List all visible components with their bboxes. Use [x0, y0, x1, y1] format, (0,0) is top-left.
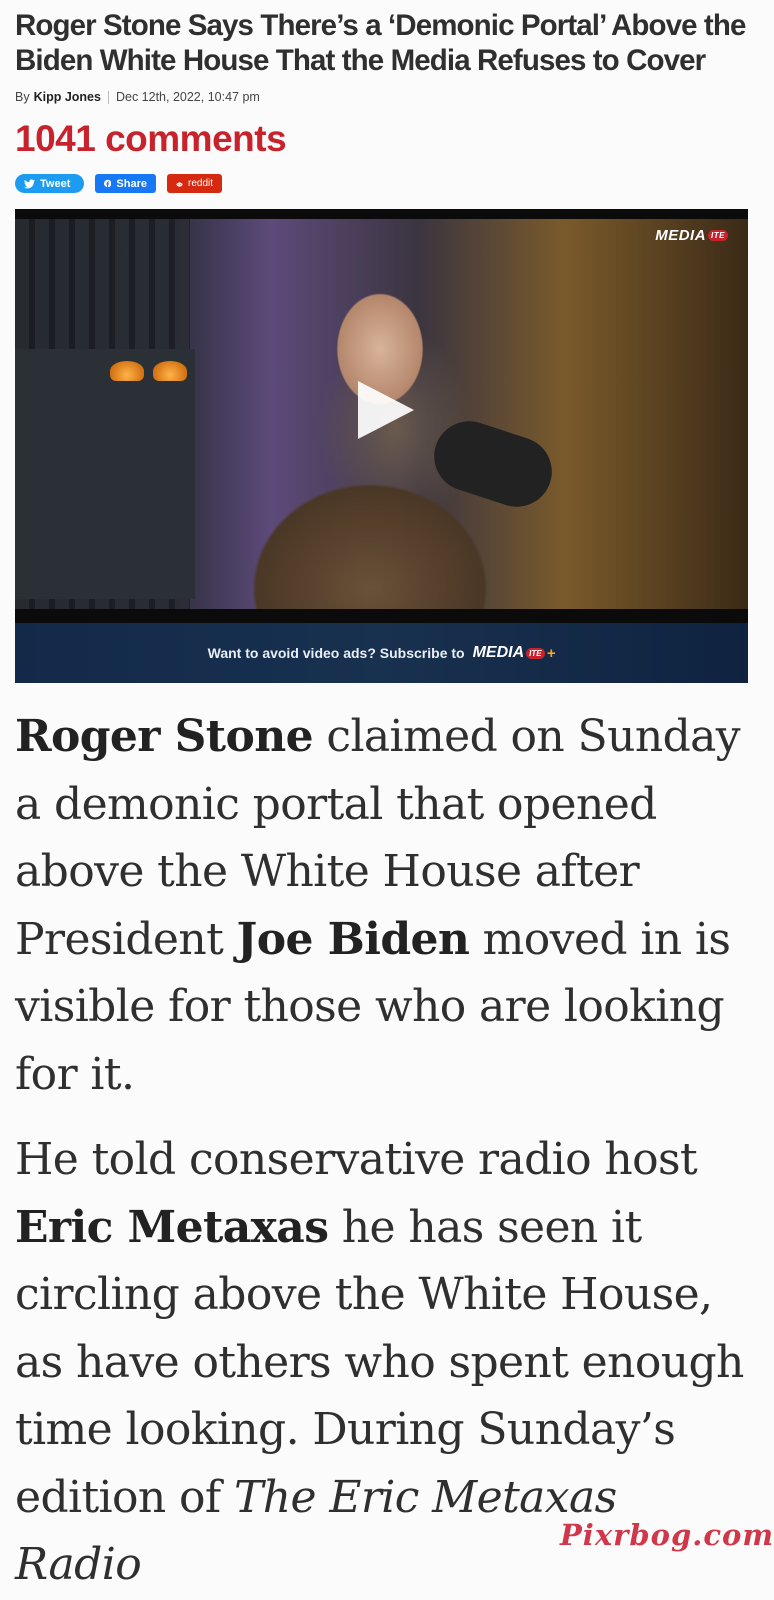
video-brand-text: MEDIA	[655, 227, 707, 244]
video-brand-logo: MEDIA ITE	[655, 227, 728, 244]
tweet-button[interactable]: Tweet	[15, 174, 84, 193]
watermark: Pixrbog.com	[560, 1518, 774, 1552]
video-thumbnail-equipment	[15, 349, 195, 599]
byline-divider	[107, 90, 109, 104]
article-container: Roger Stone Says There’s a ‘Demonic Port…	[15, 0, 761, 1600]
ad-brand-text: MEDIA	[472, 644, 525, 661]
paragraph-text: He told conservative radio host	[15, 1134, 698, 1185]
video-brand-badge: ITE	[708, 230, 728, 241]
video-player[interactable]: MEDIA ITE Want to avoid video ads? Subsc…	[15, 209, 748, 683]
facebook-share-button[interactable]: Share	[95, 174, 156, 193]
byline-prefix: By	[15, 90, 30, 104]
twitter-bird-icon	[24, 178, 35, 188]
tweet-label: Tweet	[40, 177, 71, 190]
publish-date: Dec 12th, 2022, 10:47 pm	[115, 90, 260, 104]
reddit-alien-icon	[176, 182, 183, 187]
vu-meter-light	[110, 361, 144, 381]
reddit-share-label: reddit	[187, 178, 213, 189]
share-buttons: Tweet Share reddit	[15, 174, 761, 193]
author-link[interactable]: Kipp Jones	[34, 90, 101, 104]
facebook-share-label: Share	[116, 177, 147, 190]
person-name: Roger Stone	[15, 711, 314, 762]
video-ad-subscribe-bar[interactable]: Want to avoid video ads? Subscribe to ME…	[15, 623, 748, 683]
byline: By Kipp Jones Dec 12th, 2022, 10:47 pm	[15, 88, 761, 106]
ad-subscribe-text: Want to avoid video ads? Subscribe to	[207, 645, 465, 661]
person-name: Eric Metaxas	[15, 1201, 329, 1253]
reddit-share-button[interactable]: reddit	[167, 174, 222, 193]
article-paragraph: Roger Stone claimed on Sunday a demonic …	[15, 703, 755, 1108]
person-name: Joe Biden	[236, 913, 470, 965]
article-headline: Roger Stone Says There’s a ‘Demonic Port…	[15, 9, 746, 77]
facebook-icon	[104, 179, 112, 188]
ad-brand-plus: +	[546, 644, 556, 662]
play-icon[interactable]	[358, 381, 414, 439]
comments-link[interactable]: 1041 comments	[15, 118, 761, 160]
vu-meter-light	[153, 361, 187, 381]
ad-brand-logo: MEDIA ITE +	[473, 644, 556, 662]
article-body: Roger Stone claimed on Sunday a demonic …	[15, 703, 755, 1599]
ad-brand-badge: ITE	[526, 647, 545, 659]
